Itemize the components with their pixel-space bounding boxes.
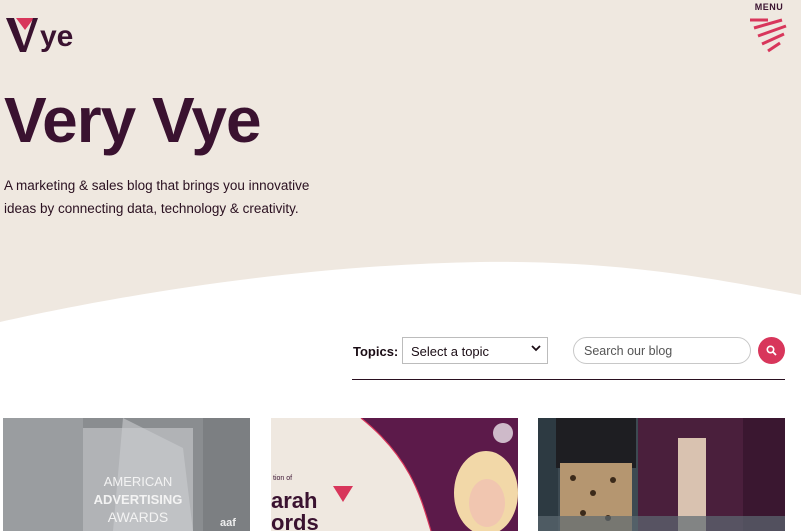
hero-description: A marketing & sales blog that brings you… (4, 178, 310, 216)
topics-label: Topics: (353, 344, 399, 359)
hero-section: ye MENU Very Vye A marketing & sales blo… (0, 0, 801, 340)
blog-card-team-photo[interactable] (538, 418, 785, 531)
vye-logo[interactable]: ye (4, 8, 84, 58)
card-image-team (538, 418, 785, 531)
card-image-text-3: ords (271, 510, 319, 531)
card-image-text-3: AWARDS (108, 509, 168, 525)
blog-card-american-advertising-awards[interactable]: AMERICAN ADVERTISING AWARDS aaf (3, 418, 250, 531)
topic-select[interactable]: Select a topic (402, 337, 548, 364)
card-image-portrait: tion of arah ords (271, 418, 518, 531)
blog-card-sarah-awards[interactable]: tion of arah ords (271, 418, 518, 531)
card-image-text-2: ADVERTISING (94, 492, 183, 507)
topic-select-value: Select a topic (411, 344, 490, 359)
blog-filters: Topics: Select a topic (352, 336, 785, 380)
page-title: Very Vye (4, 84, 262, 156)
card-image-awards: AMERICAN ADVERTISING AWARDS aaf (3, 418, 250, 531)
menu-hamburger-icon (750, 18, 787, 53)
hero-wave-divider (0, 261, 801, 340)
chevron-down-icon (531, 343, 541, 356)
search-button[interactable] (758, 337, 785, 364)
card-image-text-1: tion of (273, 475, 292, 482)
svg-text:ye: ye (40, 20, 73, 53)
card-image-side-text: aaf (220, 517, 236, 529)
menu-label: MENU (754, 2, 784, 12)
menu-button[interactable]: MENU (748, 2, 790, 54)
search-input[interactable] (574, 338, 734, 363)
search-box (573, 337, 751, 364)
card-image-text-1: AMERICAN (104, 474, 173, 489)
search-icon (766, 345, 777, 356)
